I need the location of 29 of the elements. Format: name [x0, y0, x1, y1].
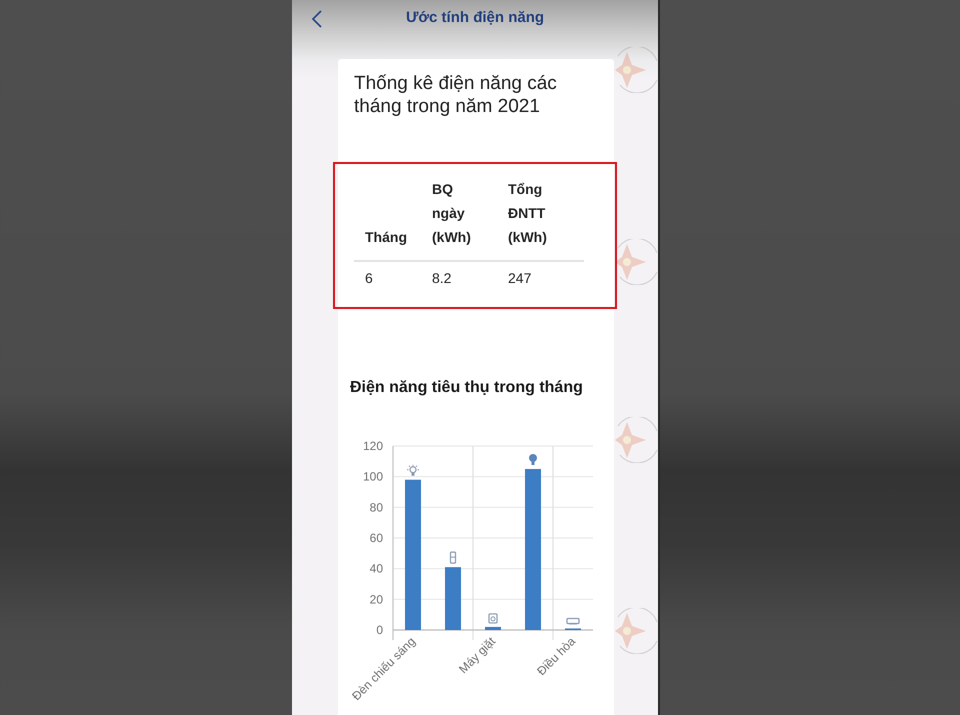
light-bulb-icon [529, 454, 537, 465]
star-logo-icon [614, 608, 658, 654]
chart-title: Điện năng tiêu thụ trong tháng [350, 378, 584, 398]
axis-label: 120 [362, 439, 383, 453]
fridge-icon [450, 552, 456, 564]
bar [485, 626, 501, 630]
star-logo-icon [614, 417, 658, 463]
axis-label: 100 [362, 470, 383, 484]
card-title: Thống kê điện năng các tháng trong năm 2021 [354, 72, 558, 118]
column-header: Tổng ĐNTT (kWh) [497, 164, 584, 261]
column-header: BQ ngày (kWh) [421, 164, 497, 261]
axis-label: Máy giặt [456, 634, 498, 676]
table-cell: 6 [354, 261, 421, 307]
column-header: Tháng [354, 164, 421, 261]
axis-label: 60 [370, 531, 383, 545]
axis-label: 40 [370, 562, 383, 576]
washing-machine-icon [488, 613, 498, 624]
star-logo-icon [614, 239, 658, 285]
chevron-left-icon [312, 10, 322, 28]
axis-label: 0 [376, 623, 383, 637]
bar [445, 567, 461, 630]
table-cell: 247 [497, 261, 584, 307]
star-logo-icon [614, 47, 658, 93]
axis-label: 80 [370, 500, 383, 514]
screen-title: Ước tính điện năng [406, 8, 544, 28]
table-cell: 8.2 [421, 261, 497, 307]
axis-label: 20 [370, 592, 383, 606]
light-bulb-icon [406, 464, 420, 476]
air-conditioner-icon [566, 618, 580, 624]
